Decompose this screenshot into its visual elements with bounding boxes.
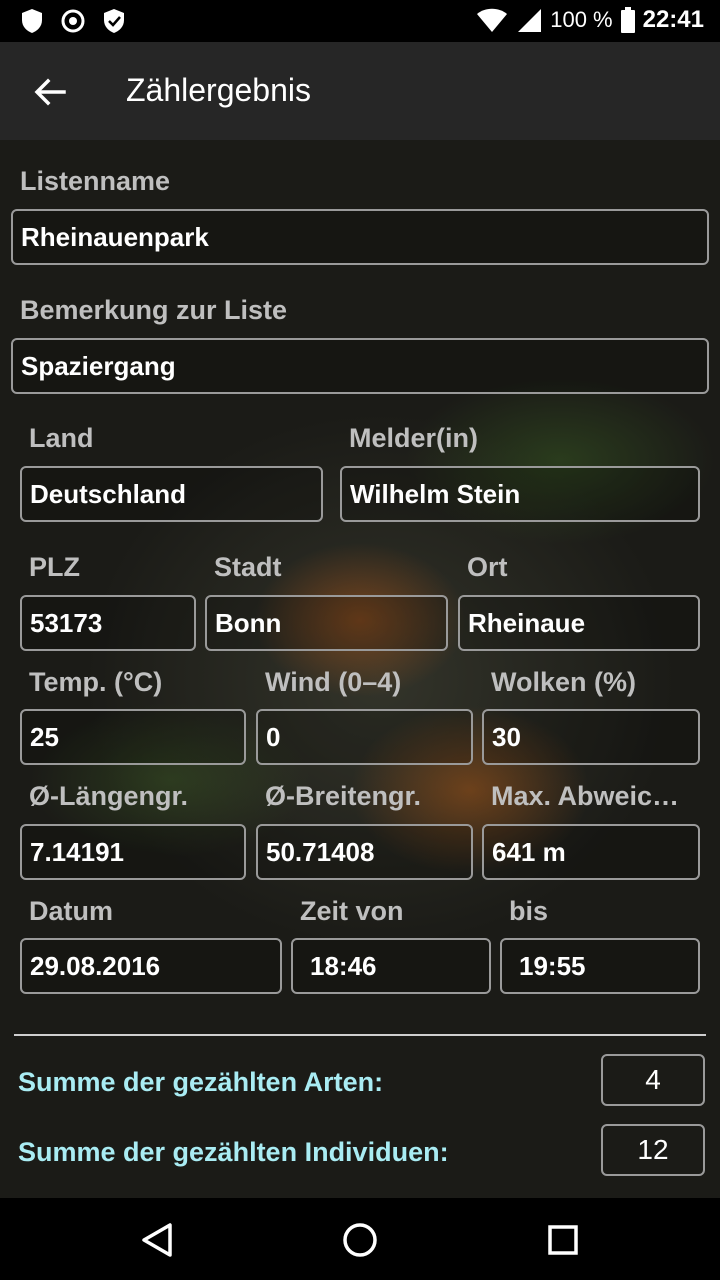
battery-icon [620, 7, 635, 33]
listname-label: Listenname [20, 166, 171, 196]
place-label: Ort [467, 552, 508, 582]
wifi-icon [477, 8, 508, 32]
temp-field[interactable]: 25 [20, 709, 246, 765]
clouds-field[interactable]: 30 [482, 709, 700, 765]
clouds-label: Wolken (%) [491, 667, 637, 697]
reporter-label: Melder(in) [349, 423, 479, 453]
recents-square-icon[interactable] [541, 1218, 585, 1262]
city-field[interactable]: Bonn [205, 595, 448, 651]
clock: 22:41 [642, 6, 704, 33]
status-icons-left [20, 8, 126, 34]
date-label: Datum [29, 896, 114, 926]
max-deviation-label: Max. Abweic… [491, 781, 680, 811]
country-field[interactable]: Deutschland [20, 466, 323, 522]
divider [14, 1034, 706, 1036]
signal-icon [518, 9, 542, 32]
reporter-field[interactable]: Wilhelm Stein [340, 466, 700, 522]
result-form: Listenname Rheinauenpark Bemerkung zur L… [0, 140, 720, 1198]
time-from-label: Zeit von [300, 896, 404, 926]
country-label: Land [29, 423, 94, 453]
max-deviation-field[interactable]: 641 m [482, 824, 700, 880]
circle-dot-icon [61, 9, 85, 33]
arrow-back-icon[interactable] [30, 72, 70, 112]
temp-label: Temp. (°C) [29, 667, 163, 697]
city-label: Stadt [214, 552, 282, 582]
individuals-sum-value: 12 [601, 1124, 705, 1176]
navigation-bar [0, 1198, 720, 1280]
wind-label: Wind (0–4) [265, 667, 402, 697]
latitude-label: Ø-Breitengr. [265, 781, 422, 811]
remark-field[interactable]: Spaziergang [11, 338, 709, 394]
listname-field[interactable]: Rheinauenpark [11, 209, 709, 265]
home-circle-icon[interactable] [338, 1218, 382, 1262]
longitude-field[interactable]: 7.14191 [20, 824, 246, 880]
individuals-sum-label: Summe der gezählten Individuen: [18, 1137, 449, 1167]
status-icons-right: 100 % 22:41 [476, 6, 704, 34]
species-sum-value: 4 [601, 1054, 705, 1106]
shield-check-icon [104, 9, 124, 33]
zip-field[interactable]: 53173 [20, 595, 196, 651]
time-to-field[interactable]: 19:55 [500, 938, 700, 994]
species-sum-label: Summe der gezählten Arten: [18, 1067, 384, 1097]
shield-icon [22, 9, 42, 33]
date-field[interactable]: 29.08.2016 [20, 938, 282, 994]
place-field[interactable]: Rheinaue [458, 595, 700, 651]
wind-field[interactable]: 0 [256, 709, 473, 765]
status-bar: 100 % 22:41 [0, 0, 720, 42]
page-title: Zählergebnis [126, 72, 311, 108]
zip-label: PLZ [29, 552, 80, 582]
app-bar: Zählergebnis [0, 42, 720, 140]
latitude-field[interactable]: 50.71408 [256, 824, 473, 880]
remark-label: Bemerkung zur Liste [20, 295, 288, 325]
longitude-label: Ø-Längengr. [29, 781, 189, 811]
battery-percent: 100 % [550, 7, 613, 32]
time-from-field[interactable]: 18:46 [291, 938, 491, 994]
time-to-label: bis [509, 896, 549, 926]
back-triangle-icon[interactable] [136, 1218, 180, 1262]
